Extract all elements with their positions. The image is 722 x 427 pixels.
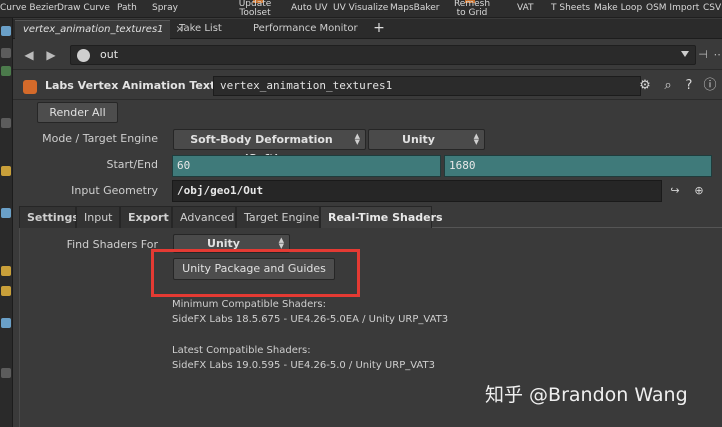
gear-icon[interactable]: ⚙: [637, 78, 653, 94]
node-name-field[interactable]: vertex_animation_textures1: [213, 76, 641, 96]
select-tool-icon[interactable]: [1, 26, 11, 36]
info-icon[interactable]: ⓘ: [702, 78, 718, 94]
tool-icon[interactable]: [1, 266, 11, 276]
tool-icon[interactable]: [1, 208, 11, 218]
back-arrow-icon[interactable]: ◀: [21, 48, 37, 62]
shelf-tool-remesh-to-grid[interactable]: Remesh to Grid: [452, 0, 492, 18]
tab-take-list[interactable]: Take List: [171, 20, 230, 39]
path-value: out: [100, 48, 119, 61]
tab-performance-monitor[interactable]: Performance Monitor: [245, 20, 366, 39]
node-chooser-icon[interactable]: ⊕: [692, 185, 706, 197]
node-type-icon: [23, 80, 37, 94]
end-field[interactable]: 1680: [444, 155, 712, 177]
pin-icon[interactable]: ⊣: [696, 49, 710, 61]
mode-menu[interactable]: Soft-Body Deformation (Soft) ▲▼: [173, 129, 366, 165]
tab-label: vertex_animation_textures1: [23, 24, 164, 35]
path-bar: ◀ ▶ out ⊣ ⋯: [13, 40, 722, 70]
latest-shaders-value: SideFX Labs 19.0.595 - UE4.26-5.0 / Unit…: [172, 360, 435, 371]
updown-arrow-icon: ▲ ▼: [354, 132, 360, 146]
input-geometry-field[interactable]: /obj/geo1/Out: [172, 180, 662, 202]
left-toolbar: [0, 18, 13, 427]
pane-tab-bar: vertex_animation_textures1 × Take List Pe…: [13, 19, 722, 39]
tool-icon[interactable]: [1, 368, 11, 378]
chevron-down-icon[interactable]: [681, 51, 689, 57]
folder-tab-target-engine[interactable]: Target Engine: [236, 206, 320, 228]
add-tab-button[interactable]: +: [371, 19, 387, 38]
input-geometry-label: Input Geometry: [71, 184, 158, 197]
highlight-annotation-box: [151, 249, 360, 297]
folder-tab-export[interactable]: Export: [120, 206, 172, 228]
min-shaders-heading: Minimum Compatible Shaders:: [172, 299, 326, 310]
search-icon[interactable]: ⌕: [660, 78, 676, 94]
forward-arrow-icon[interactable]: ▶: [43, 48, 59, 62]
folder-tab-real-time-shaders[interactable]: Real-Time Shaders: [320, 206, 443, 228]
find-shaders-for-label: Find Shaders For: [66, 238, 158, 251]
tool-icon[interactable]: [1, 318, 11, 328]
tool-icon[interactable]: [1, 48, 11, 58]
min-shaders-value: SideFX Labs 18.5.675 - UE4.26-5.0EA / Un…: [172, 314, 449, 325]
engine-value: Unity: [402, 133, 435, 146]
pane-menu-icon[interactable]: ⋯: [712, 49, 722, 61]
parameter-folder-tabs: Settings Input Export Advanced Target En…: [19, 206, 722, 228]
tab-vertex-animation-textures[interactable]: vertex_animation_textures1 ×: [15, 20, 184, 39]
start-field[interactable]: 60: [172, 155, 441, 177]
globe-icon: [77, 49, 90, 62]
target-engine-menu[interactable]: Unity ▲ ▼: [368, 129, 485, 150]
tool-icon[interactable]: [1, 66, 11, 76]
jump-to-node-icon[interactable]: ↪: [668, 185, 682, 197]
updown-arrow-icon: ▲ ▼: [278, 236, 284, 250]
folder-tab-advanced[interactable]: Advanced: [172, 206, 236, 228]
tool-icon[interactable]: [1, 166, 11, 176]
shelf-tool-update-toolset[interactable]: Update Toolset: [233, 0, 277, 18]
latest-shaders-heading: Latest Compatible Shaders:: [172, 345, 311, 356]
tool-icon[interactable]: [1, 118, 11, 128]
mode-target-engine-label: Mode / Target Engine: [42, 132, 158, 145]
updown-arrow-icon: ▲ ▼: [473, 132, 479, 146]
shelf-toolbar: Curve Bezier Draw Curve Path Spray Updat…: [0, 0, 722, 18]
help-icon[interactable]: ?: [681, 78, 697, 94]
tool-icon[interactable]: [1, 286, 11, 296]
start-end-label: Start/End: [106, 158, 158, 171]
node-header: Labs Vertex Animation Textures vertex_an…: [13, 72, 722, 100]
network-path-field[interactable]: out: [70, 45, 696, 65]
watermark-text: 知乎 @Brandon Wang: [485, 384, 688, 406]
folder-tab-input[interactable]: Input: [76, 206, 120, 228]
folder-tab-settings[interactable]: Settings: [19, 206, 79, 228]
render-all-button[interactable]: Render All: [37, 102, 118, 123]
